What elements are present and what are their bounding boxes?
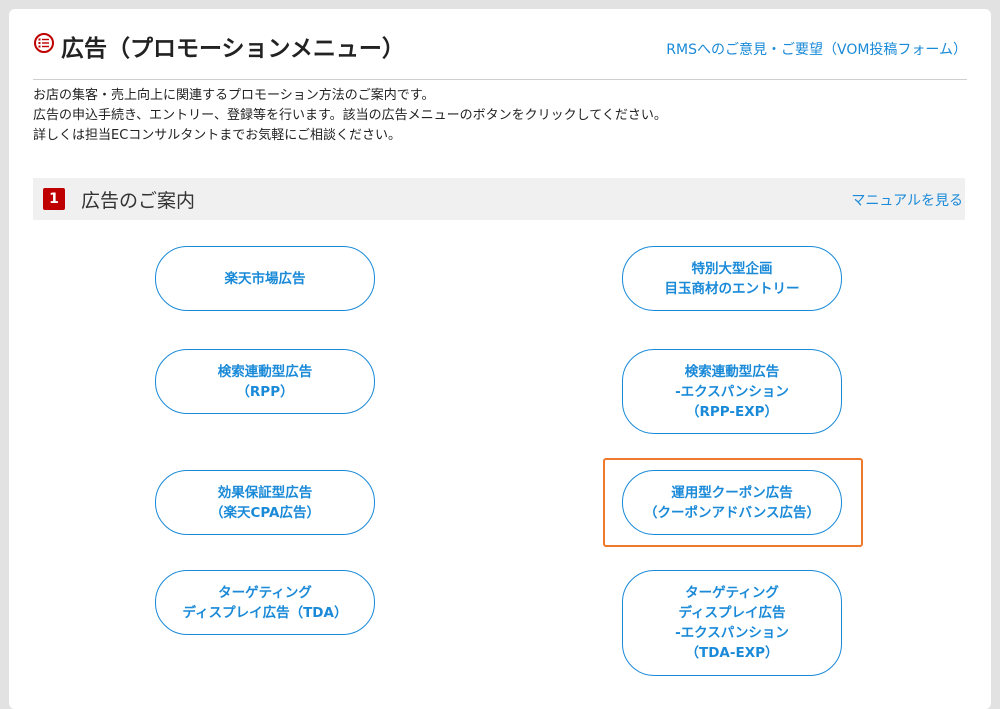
button-label-line: 検索連動型広告 [684,363,780,380]
button-label-line: ディスプレイ広告 [678,605,786,621]
button-label-line: -エクスパンション [675,625,789,641]
button-label-line: （TDA-EXP） [685,645,779,661]
button-label-line: （RPP） [236,383,294,400]
button-label-line: ターゲティング [218,584,312,601]
section-header: 1 広告のご案内 マニュアルを見る [33,178,965,220]
intro-text: お店の集客・売上向上に関連するプロモーション方法のご案内です。 広告の申込手続き… [33,86,963,146]
section-number-badge: 1 [43,188,65,210]
button-label-line: 楽天市場広告 [224,270,306,287]
feedback-link[interactable]: RMSへのご意見・ご要望（VOM投稿フォーム） [666,39,967,59]
main-panel: 広告（プロモーションメニュー） RMSへのご意見・ご要望（VOM投稿フォーム） … [9,9,991,709]
cpa-ad-button[interactable]: 効果保証型広告 （楽天CPA広告） [155,470,375,535]
tda-exp-ad-button[interactable]: ターゲティング ディスプレイ広告 -エクスパンション （TDA-EXP） [622,570,842,676]
button-label-line: 効果保証型広告 [217,484,313,501]
page-header: 広告（プロモーションメニュー） RMSへのご意見・ご要望（VOM投稿フォーム） [33,31,967,80]
button-label-line: 特別大型企画 [691,260,773,277]
rakuten-ichiba-ad-button[interactable]: 楽天市場広告 [155,246,375,311]
button-label-line: ディスプレイ広告（TDA） [182,604,348,621]
button-label-line: （楽天CPA広告） [209,504,320,521]
section-title: 広告のご案内 [81,190,196,212]
tda-ad-button[interactable]: ターゲティング ディスプレイ広告（TDA） [155,570,375,635]
page-title: 広告（プロモーションメニュー） [61,36,405,62]
rpp-ad-button[interactable]: 検索連動型広告 （RPP） [155,349,375,414]
special-campaign-entry-button[interactable]: 特別大型企画 目玉商材のエントリー [622,246,842,311]
button-label-line: ターゲティング [685,585,779,601]
intro-line: 詳しくは担当ECコンサルタントまでお気軽にご相談ください。 [33,128,402,143]
button-label-line: 目玉商材のエントリー [664,280,800,297]
rpp-exp-ad-button[interactable]: 検索連動型広告 -エクスパンション （RPP-EXP） [622,349,842,434]
button-label-line: （RPP-EXP） [685,403,779,420]
intro-line: 広告の申込手続き、エントリー、登録等を行います。該当の広告メニューのボタンをクリ… [33,108,667,123]
intro-line: お店の集客・売上向上に関連するプロモーション方法のご案内です。 [33,88,435,103]
manual-link[interactable]: マニュアルを見る [851,190,963,210]
highlight-box [603,458,863,547]
button-label-line: 検索連動型広告 [217,363,313,380]
list-circle-icon [34,33,54,53]
button-label-line: -エクスパンション [675,383,789,400]
